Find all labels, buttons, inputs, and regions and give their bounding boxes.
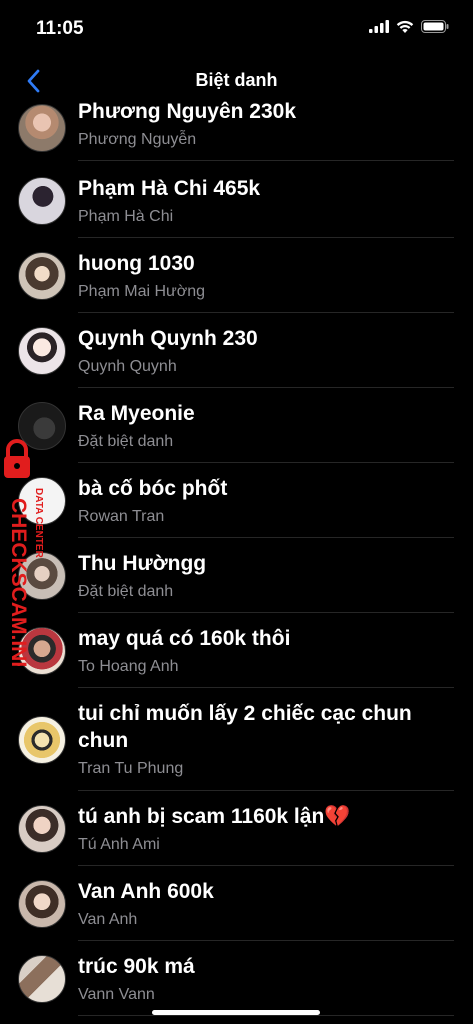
contact-text: Ra Myeonie Đặt biệt danh xyxy=(78,388,454,463)
status-time: 11:05 xyxy=(36,18,84,39)
contact-name: Rowan Tran xyxy=(78,508,165,525)
contact-row[interactable]: Van Anh 600k Van Anh xyxy=(0,866,473,941)
contact-row[interactable]: bà cố bóc phốt Rowan Tran xyxy=(0,463,473,538)
contact-nickname: bà cố bóc phốt xyxy=(78,477,228,500)
avatar xyxy=(18,716,66,764)
status-bar: 11:05 xyxy=(0,0,473,56)
contact-text: Phạm Hà Chi 465k Phạm Hà Chi xyxy=(78,163,454,238)
contact-nickname: Van Anh 600k xyxy=(78,880,214,903)
contact-text: tui chỉ muốn lấy 2 chiếc cạc chun chun T… xyxy=(78,688,454,791)
contact-row[interactable]: Ra Myeonie Đặt biệt danh xyxy=(0,388,473,463)
avatar xyxy=(18,805,66,853)
contact-name: Quynh Quynh xyxy=(78,358,177,375)
contact-row[interactable]: tú anh bị scam 1160k lận💔 Tú Anh Ami xyxy=(0,791,473,866)
contact-text: bà cố bóc phốt Rowan Tran xyxy=(78,463,454,538)
contact-text: may quá có 160k thôi To Hoang Anh xyxy=(78,613,454,688)
battery-icon xyxy=(421,20,449,33)
contact-name: Đặt biệt danh xyxy=(78,433,174,450)
contact-name: To Hoang Anh xyxy=(78,658,179,675)
contact-name: Van Anh xyxy=(78,911,138,928)
status-icons xyxy=(369,20,449,33)
contact-name: Phạm Hà Chi xyxy=(78,208,174,225)
contact-text: Van Anh 600k Van Anh xyxy=(78,866,454,941)
contact-nickname: Phương Nguyên 230k xyxy=(78,100,297,123)
contact-text: Thu Hườngg Đặt biệt danh xyxy=(78,538,454,613)
contact-row[interactable]: trúc 90k má Vann Vann xyxy=(0,941,473,1016)
contact-row[interactable]: Quynh Quynh 230 Quynh Quynh xyxy=(0,313,473,388)
contact-nickname: tú anh bị scam 1160k lận💔 xyxy=(78,805,351,828)
contact-nickname: Phạm Hà Chi 465k xyxy=(78,177,261,200)
contact-nickname: huong 1030 xyxy=(78,252,195,275)
contact-name: Phạm Mai Hường xyxy=(78,283,206,300)
contact-nickname: may quá có 160k thôi xyxy=(78,627,291,650)
avatar xyxy=(18,104,66,152)
contact-row[interactable]: huong 1030 Phạm Mai Hường xyxy=(0,238,473,313)
contact-text: tú anh bị scam 1160k lận💔 Tú Anh Ami xyxy=(78,791,454,866)
contact-row[interactable]: Phạm Hà Chi 465k Phạm Hà Chi xyxy=(0,163,473,238)
contact-name: Tú Anh Ami xyxy=(78,836,160,853)
nickname-list: Phương Nguyên 230k Phương Nguyễn Phạm Hà… xyxy=(0,88,473,1016)
watermark-text: CHECKSCAM.INFO xyxy=(7,498,30,666)
avatar xyxy=(18,177,66,225)
contact-nickname: tui chỉ muốn lấy 2 chiếc cạc chun chun xyxy=(78,702,412,752)
avatar xyxy=(18,252,66,300)
wifi-icon xyxy=(396,20,414,33)
contact-row[interactable]: Phương Nguyên 230k Phương Nguyễn xyxy=(0,88,473,163)
contact-name: Phương Nguyễn xyxy=(78,131,197,148)
contact-text: huong 1030 Phạm Mai Hường xyxy=(78,238,454,313)
contact-name: Đặt biệt danh xyxy=(78,583,174,600)
watermark-subtext: DATA CENTER xyxy=(33,488,44,559)
contact-nickname: trúc 90k má xyxy=(78,955,195,978)
contact-name: Vann Vann xyxy=(78,986,155,1003)
avatar xyxy=(18,327,66,375)
cellular-signal-icon xyxy=(369,20,389,33)
contact-row[interactable]: may quá có 160k thôi To Hoang Anh xyxy=(0,613,473,688)
avatar xyxy=(18,880,66,928)
contact-nickname: Ra Myeonie xyxy=(78,402,195,425)
contact-name: Tran Tu Phung xyxy=(78,760,184,777)
contact-nickname: Quynh Quynh 230 xyxy=(78,327,258,350)
contact-row[interactable]: Thu Hườngg Đặt biệt danh xyxy=(0,538,473,613)
contact-row[interactable]: tui chỉ muốn lấy 2 chiếc cạc chun chun T… xyxy=(0,688,473,791)
avatar xyxy=(18,955,66,1003)
contact-text: Quynh Quynh 230 Quynh Quynh xyxy=(78,313,454,388)
contact-text: trúc 90k má Vann Vann xyxy=(78,941,454,1016)
home-indicator[interactable] xyxy=(152,1010,320,1015)
contact-nickname: Thu Hườngg xyxy=(78,552,207,575)
contact-text: Phương Nguyên 230k Phương Nguyễn xyxy=(78,88,454,161)
watermark-logo: CHECKSCAM.INFO DATA CENTER xyxy=(4,439,44,666)
